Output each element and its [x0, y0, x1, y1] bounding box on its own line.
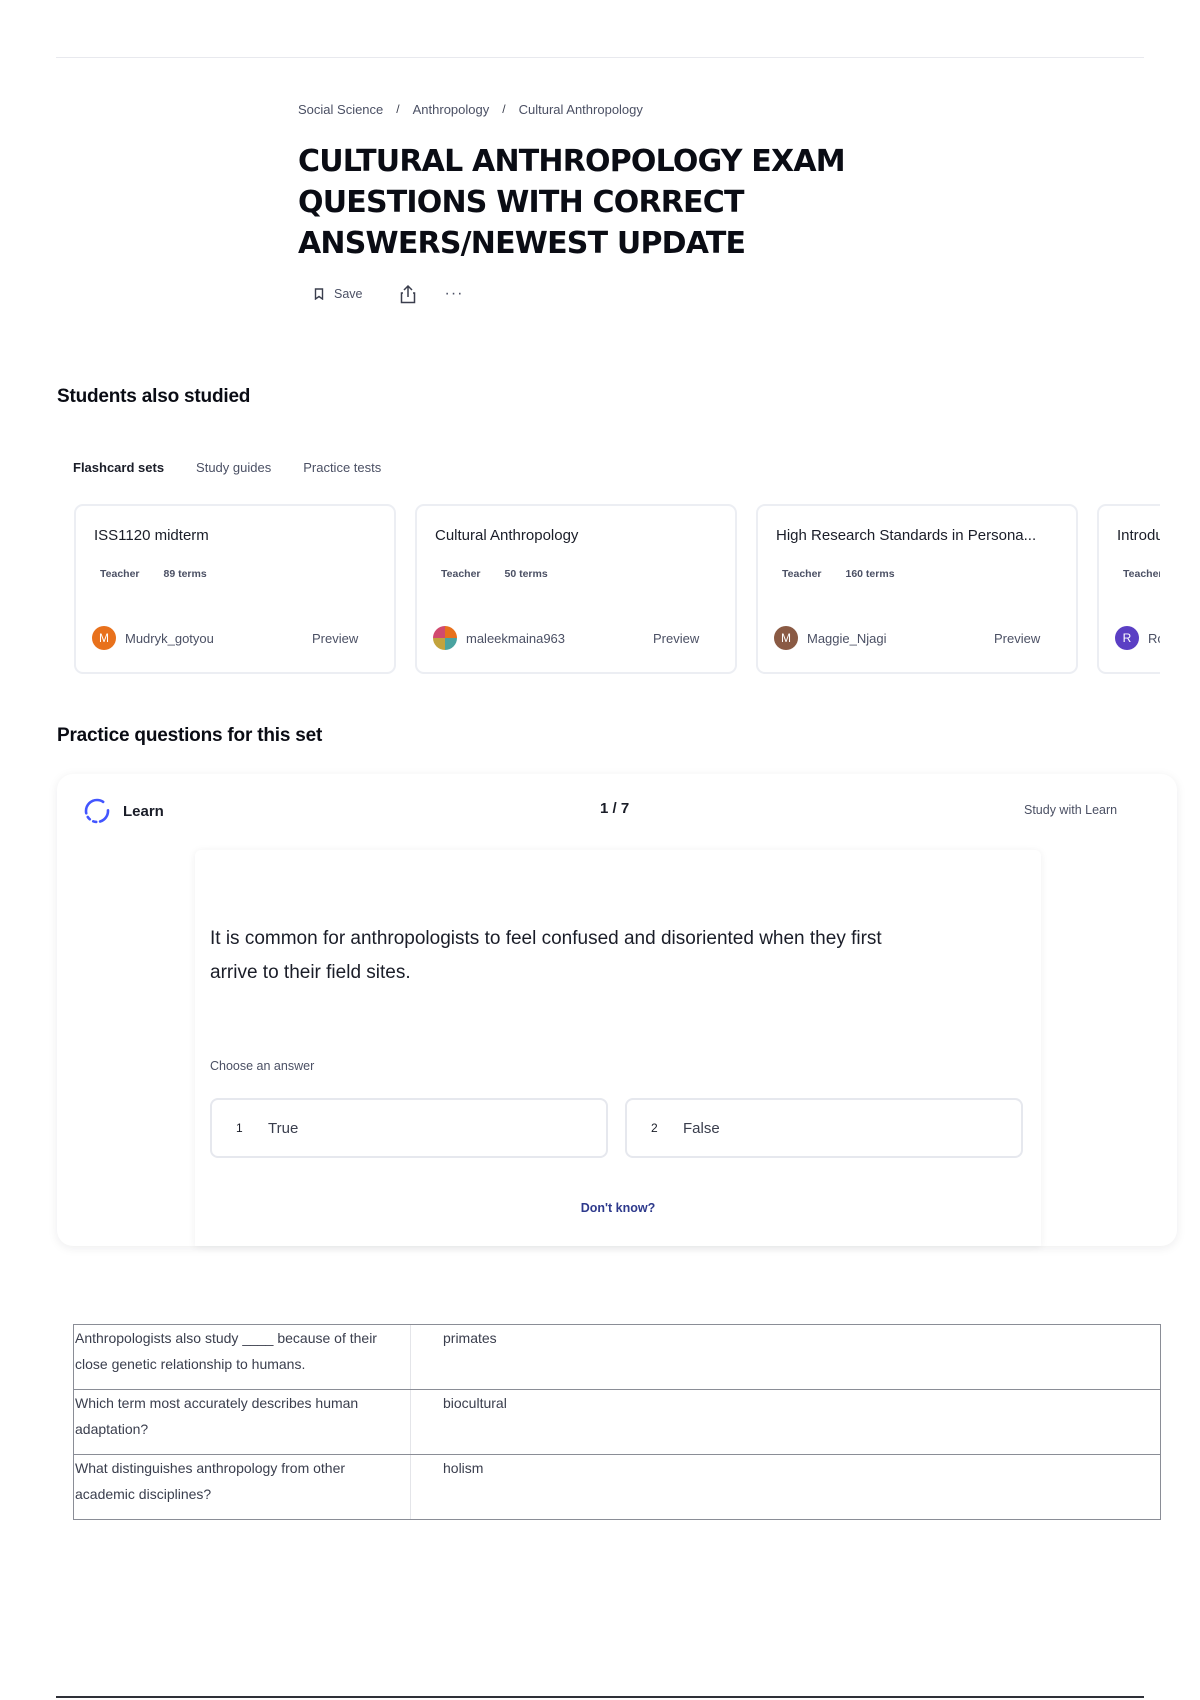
- card-title: Cultural Anthropology: [435, 527, 579, 544]
- preview-button[interactable]: Preview: [653, 631, 699, 646]
- question-text: It is common for anthropologists to feel…: [210, 928, 882, 983]
- card-terms: 89 terms: [163, 568, 207, 580]
- content-type-tabs: Flashcard sets Study guides Practice tes…: [73, 460, 413, 475]
- answer-text: False: [683, 1119, 720, 1137]
- card-title: ISS1120 midterm: [94, 527, 209, 544]
- breadcrumb-separator: /: [502, 102, 506, 116]
- learn-mode-label: Learn: [83, 797, 164, 825]
- bookmark-icon: [314, 288, 324, 300]
- choose-answer-label: Choose an answer: [210, 1059, 315, 1073]
- card-terms: 50 terms: [504, 568, 548, 580]
- breadcrumb-cultural-anthropology[interactable]: Cultural Anthropology: [519, 102, 643, 117]
- author-name: Maggie_Njagi: [807, 630, 887, 646]
- avatar: R: [1115, 626, 1139, 650]
- card-role: Teacher: [441, 568, 481, 580]
- page-title: CULTURAL ANTHROPOLOGY EXAM QUESTIONS WIT…: [298, 144, 846, 261]
- top-divider: [56, 57, 1144, 58]
- qa-table: Anthropologists also study ____ because …: [73, 1324, 1161, 1520]
- question-counter: 1 / 7: [600, 800, 630, 817]
- save-label: Save: [334, 287, 363, 301]
- learn-label: Learn: [123, 802, 164, 820]
- tab-flashcard-sets[interactable]: Flashcard sets: [73, 460, 164, 475]
- study-with-learn-link[interactable]: Study with Learn: [1024, 803, 1117, 817]
- card-meta: Teacher 160 terms: [782, 568, 919, 580]
- avatar: M: [92, 626, 116, 650]
- avatar: [433, 626, 457, 650]
- learn-practice-panel: Learn 1 / 7 Study with Learn It is commo…: [57, 774, 1177, 1246]
- card-author: M Mudryk_gotyou: [92, 626, 214, 650]
- set-header: Social Science / Anthropology / Cultural…: [298, 100, 918, 306]
- tab-practice-tests[interactable]: Practice tests: [303, 460, 381, 475]
- answer-option-true[interactable]: 1 True: [210, 1098, 608, 1158]
- answer-cell: primates: [410, 1324, 1161, 1390]
- breadcrumb-anthropology[interactable]: Anthropology: [413, 102, 490, 117]
- students-also-studied-heading: Students also studied: [57, 386, 251, 407]
- answer-text: True: [268, 1119, 299, 1137]
- bottom-divider: [56, 1696, 1144, 1698]
- breadcrumb-social-science[interactable]: Social Science: [298, 102, 383, 117]
- share-icon: [400, 284, 415, 304]
- author-name: Ro: [1148, 630, 1160, 646]
- set-actions: Save ···: [314, 282, 918, 306]
- dont-know-button[interactable]: Don't know?: [195, 1201, 1041, 1215]
- practice-questions-heading: Practice questions for this set: [57, 725, 323, 746]
- flashcard-set-card[interactable]: Introdu Teacher R Ro: [1097, 504, 1160, 674]
- flashcard-set-card[interactable]: ISS1120 midterm Teacher 89 terms M Mudry…: [74, 504, 396, 674]
- table-row: Anthropologists also study ____ because …: [73, 1324, 1161, 1390]
- card-role: Teacher: [100, 568, 140, 580]
- author-name: Mudryk_gotyou: [125, 630, 214, 646]
- tab-study-guides[interactable]: Study guides: [196, 460, 271, 475]
- answer-cell: biocultural: [410, 1389, 1161, 1455]
- flashcard-set-card[interactable]: Cultural Anthropology Teacher 50 terms m…: [415, 504, 737, 674]
- breadcrumb: Social Science / Anthropology / Cultural…: [298, 100, 918, 118]
- card-author: R Ro: [1115, 626, 1160, 650]
- flashcard-carousel: ISS1120 midterm Teacher 89 terms M Mudry…: [74, 504, 1160, 674]
- question-cell: What distinguishes anthropology from oth…: [73, 1454, 411, 1520]
- learn-icon: [84, 798, 110, 824]
- table-row: Which term most accurately describes hum…: [73, 1389, 1161, 1455]
- avatar: M: [774, 626, 798, 650]
- card-terms: 160 terms: [845, 568, 895, 580]
- breadcrumb-separator: /: [396, 102, 400, 116]
- card-meta: Teacher: [1123, 568, 1160, 580]
- card-meta: Teacher 50 terms: [441, 568, 572, 580]
- card-title: High Research Standards in Persona...: [776, 527, 1037, 544]
- answer-cell: holism: [410, 1454, 1161, 1520]
- table-row: What distinguishes anthropology from oth…: [73, 1454, 1161, 1520]
- more-options-button[interactable]: ···: [445, 286, 464, 302]
- answer-number: 1: [236, 1121, 243, 1135]
- share-button[interactable]: [399, 284, 417, 304]
- card-role: Teacher: [782, 568, 822, 580]
- answer-number: 2: [651, 1121, 658, 1135]
- flashcard-set-card[interactable]: High Research Standards in Persona... Te…: [756, 504, 1078, 674]
- author-name: maleekmaina963: [466, 630, 566, 646]
- card-author: M Maggie_Njagi: [774, 626, 887, 650]
- preview-button[interactable]: Preview: [994, 631, 1040, 646]
- card-role: Teacher: [1123, 568, 1160, 580]
- question-cell: Which term most accurately describes hum…: [73, 1389, 411, 1455]
- card-meta: Teacher 89 terms: [100, 568, 231, 580]
- card-author: maleekmaina963: [433, 626, 565, 650]
- question-card: It is common for anthropologists to feel…: [195, 850, 1041, 1246]
- save-button[interactable]: Save: [314, 287, 363, 301]
- preview-button[interactable]: Preview: [312, 631, 358, 646]
- card-title: Introdu: [1117, 527, 1160, 544]
- question-cell: Anthropologists also study ____ because …: [73, 1324, 411, 1390]
- answer-option-false[interactable]: 2 False: [625, 1098, 1023, 1158]
